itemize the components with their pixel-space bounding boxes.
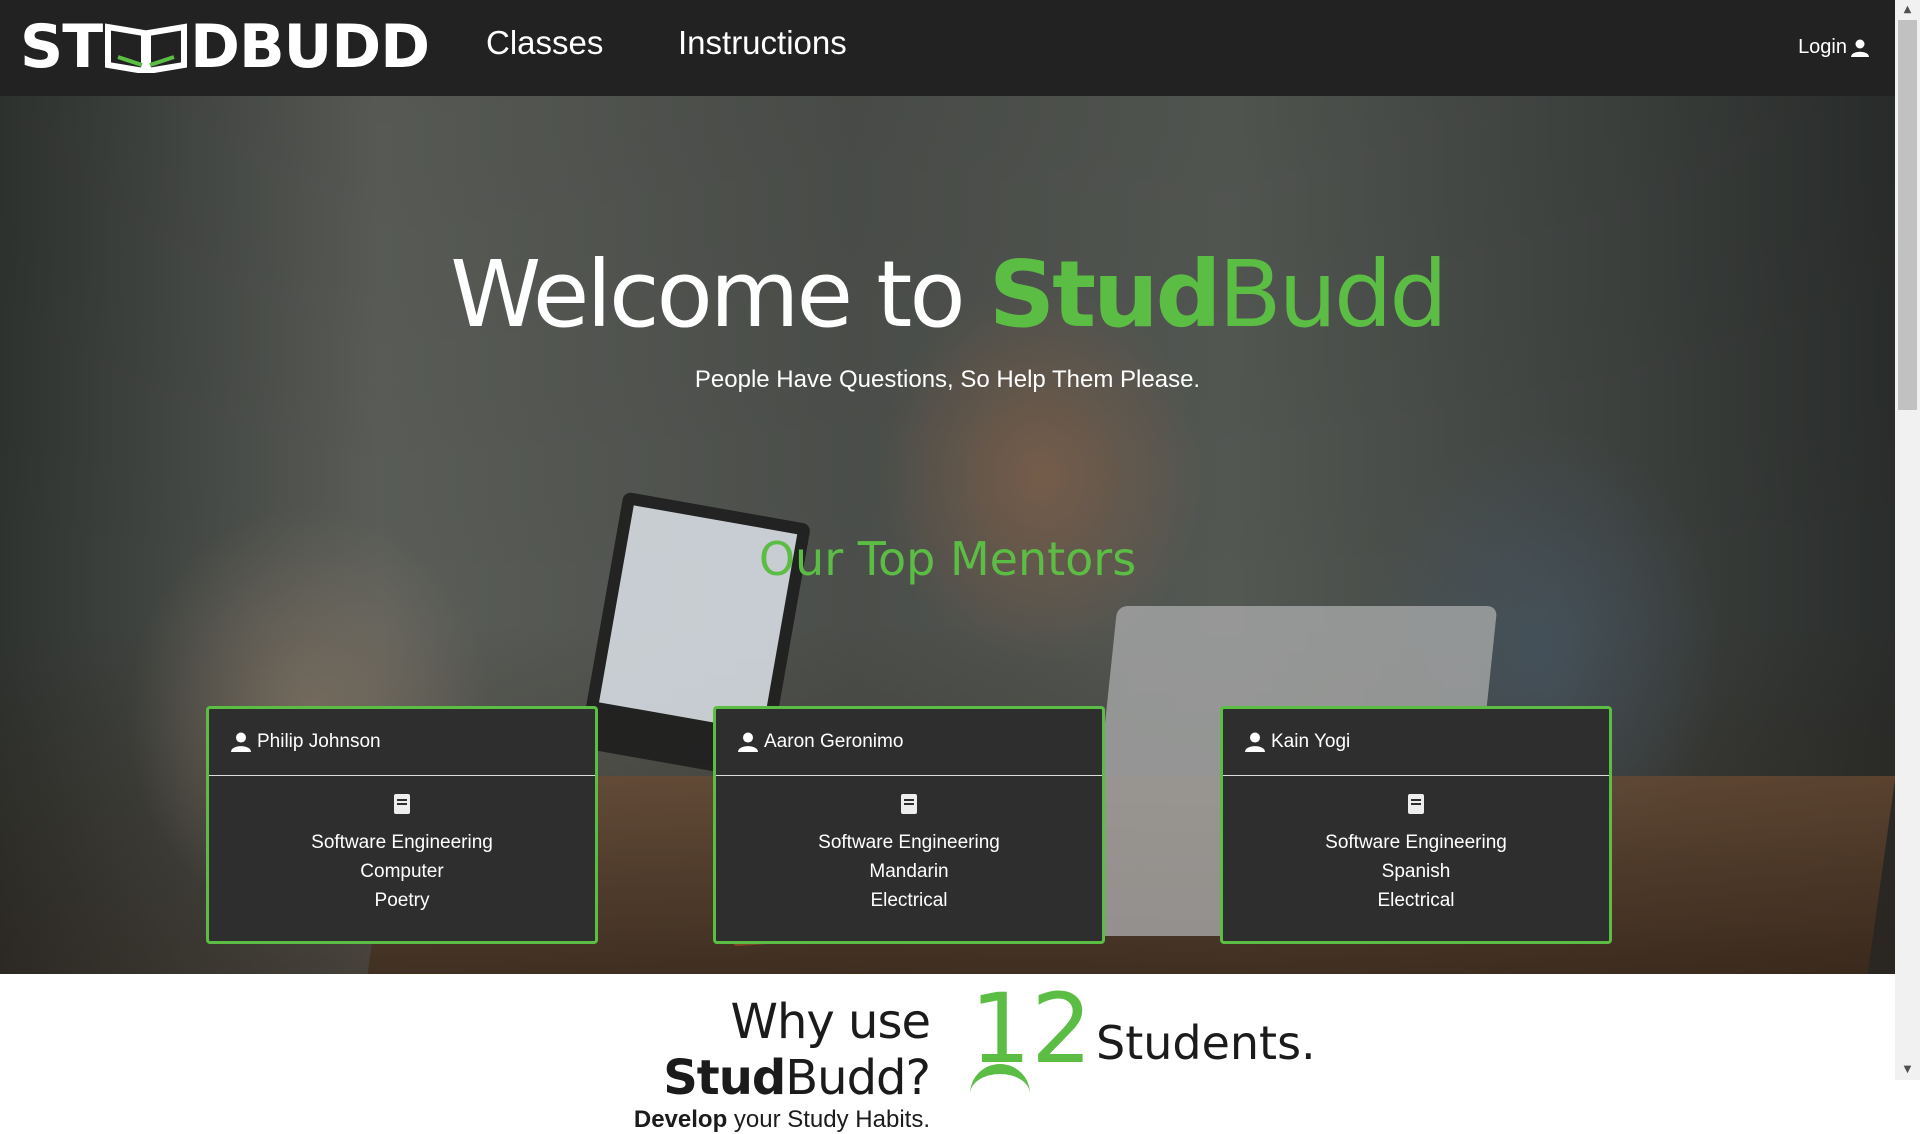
mentor-card-body: Software Engineering Spanish Electrical <box>1223 776 1609 915</box>
scroll-up-arrow-icon[interactable]: ▲ <box>1895 0 1920 20</box>
login-label: Login <box>1798 36 1847 58</box>
mentor-card-body: Software Engineering Mandarin Electrical <box>716 776 1102 915</box>
book-icon <box>394 794 410 814</box>
mentor-name: Philip Johnson <box>257 731 381 752</box>
why-use-subheading: Develop your Study Habits. <box>633 1106 930 1133</box>
why-use-section: Why use StudBudd? Develop your Study Hab… <box>482 994 931 1134</box>
hero-title: Welcome to StudBudd <box>450 241 1448 348</box>
mentor-card-header: Philip Johnson <box>209 709 595 776</box>
mentor-subject: Spanish <box>1381 861 1451 882</box>
mentor-card-body: Software Engineering Computer Poetry <box>209 776 595 915</box>
mentor-card[interactable]: Kain Yogi Software Engineering Spanish E… <box>1220 706 1612 944</box>
mentor-subject: Electrical <box>870 890 948 911</box>
mentor-subject: Electrical <box>1377 890 1455 911</box>
mentor-subject: Mandarin <box>869 861 949 882</box>
mentor-subject: Poetry <box>374 890 430 911</box>
mentor-card-header: Aaron Geronimo <box>716 709 1102 776</box>
mentor-card[interactable]: Aaron Geronimo Software Engineering Mand… <box>713 706 1105 944</box>
student-count-label: Students. <box>1096 1016 1316 1070</box>
mentor-subject: Software Engineering <box>1325 832 1507 853</box>
user-icon <box>1245 732 1265 752</box>
logo-text-left: ST <box>20 12 103 82</box>
logo-book-icon <box>105 23 188 73</box>
top-mentors-heading: Our Top Mentors <box>758 532 1137 586</box>
mentor-card-header: Kain Yogi <box>1223 709 1609 776</box>
book-icon <box>1408 794 1424 814</box>
mentor-subject: Computer <box>360 861 444 882</box>
nav-classes-link[interactable]: Classes <box>486 24 603 62</box>
mentor-name: Aaron Geronimo <box>764 731 904 752</box>
page-scrollbar[interactable]: ▲ ▼ <box>1895 0 1920 1080</box>
logo-text-right: DBUDD <box>190 12 430 82</box>
user-icon <box>231 732 251 752</box>
login-button[interactable]: Login <box>1798 36 1869 59</box>
mentor-card[interactable]: Philip Johnson Software Engineering Comp… <box>206 706 598 944</box>
nav-instructions-link[interactable]: Instructions <box>678 24 847 62</box>
user-icon <box>1851 39 1869 57</box>
mentor-name: Kain Yogi <box>1271 731 1351 752</box>
studbudd-logo[interactable]: ST DBUDD <box>20 12 430 82</box>
navbar: ST DBUDD Classes Instructions Login <box>0 0 1895 96</box>
scroll-down-arrow-icon[interactable]: ▼ <box>1895 1060 1920 1080</box>
mentor-subject: Software Engineering <box>311 832 493 853</box>
book-icon <box>901 794 917 814</box>
hero-subtitle: People Have Questions, So Help Them Plea… <box>694 366 1201 393</box>
mentor-subject: Software Engineering <box>818 832 1000 853</box>
scrollbar-thumb[interactable] <box>1898 20 1917 410</box>
hero-section: Welcome to StudBudd People Have Question… <box>0 96 1895 974</box>
why-use-heading: Why use StudBudd? <box>663 994 931 1106</box>
user-icon <box>738 732 758 752</box>
